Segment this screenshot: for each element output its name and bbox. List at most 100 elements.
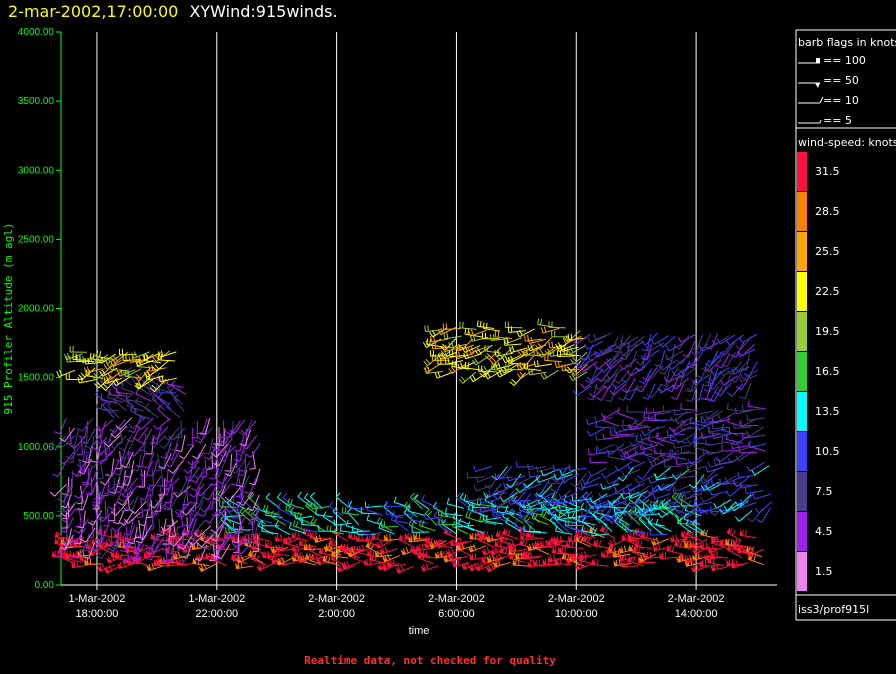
wind-barb: [746, 414, 765, 421]
wind-barb: [169, 433, 180, 451]
y-tick-label-3: 1500.00: [18, 373, 55, 384]
wind-barb: [700, 493, 719, 503]
x-tick-time-4: 10:00:00: [555, 608, 598, 620]
wind-barb: [689, 538, 708, 548]
wind-barb: [669, 410, 688, 422]
x-tick-date-5: 2-Mar-2002: [668, 593, 725, 605]
wind-barb: [558, 491, 578, 501]
wind-barb: [581, 476, 601, 485]
title-date: 2-mar-2002,17:00:00: [8, 2, 179, 21]
wind-barb: [589, 456, 608, 464]
wind-barb: [355, 534, 374, 542]
wind-barb: [653, 458, 672, 466]
wind-barb: [332, 527, 348, 542]
colorbar-label: 4.5: [815, 525, 833, 538]
wind-barb: [650, 537, 669, 546]
wind-barb: [387, 559, 406, 567]
wind-barb: [649, 528, 668, 536]
wind-barb: [475, 474, 494, 483]
wind-barb: [239, 453, 246, 472]
wind-barb: [473, 465, 492, 472]
flag-5-label: == 5: [823, 114, 852, 127]
y-tick-label-6: 3000.00: [18, 165, 55, 176]
y-tick-label-2: 1000.00: [18, 442, 55, 453]
x-tick-time-1: 22:00:00: [195, 608, 238, 620]
wind-barb: [548, 321, 566, 329]
wind-barb: [241, 435, 258, 450]
flag-10-label: == 10: [823, 94, 859, 107]
source-label: iss3/prof915l: [798, 603, 870, 616]
x-tick-time-0: 18:00:00: [76, 608, 119, 620]
wind-barb: [640, 530, 658, 541]
wind-barb: [105, 458, 115, 477]
x-tick-time-5: 14:00:00: [675, 608, 718, 620]
y-tick-label-0: 0.00: [35, 580, 55, 591]
wind-barb: [711, 422, 730, 430]
wind-barb: [613, 335, 624, 353]
wind-barb: [181, 487, 189, 506]
wind-barb: [424, 513, 443, 520]
x-tick-date-4: 2-Mar-2002: [548, 593, 605, 605]
wind-barb: [409, 492, 423, 510]
wind-barb: [507, 354, 527, 364]
wind-barb: [694, 408, 714, 416]
x-tick-date-0: 1-Mar-2002: [69, 593, 126, 605]
colorbar-swatch: [797, 512, 807, 551]
wind-barb: [379, 546, 398, 555]
y-tick-label-5: 2500.00: [18, 234, 55, 245]
y-tick-label-1: 500.00: [23, 511, 54, 522]
wind-barb: [420, 563, 439, 572]
wind-barb: [672, 426, 691, 435]
wind-barb: [596, 443, 615, 452]
wind-barb: [673, 484, 692, 492]
colorbar-swatch: [797, 432, 807, 471]
wind-barb-chart: 0.00 500.00 1000.00 1500.00 2000.00 2500.00 30…: [2, 27, 896, 637]
wind-barb: [310, 516, 326, 532]
wind-barb: [445, 507, 463, 517]
x-tick-time-2: 2:00:00: [318, 608, 355, 620]
wind-barb: [570, 473, 587, 488]
wind-barb: [673, 442, 692, 449]
colorbar-label: 19.5: [815, 325, 840, 338]
wind-barb: [664, 350, 684, 360]
wind-barb: [75, 509, 82, 528]
wind-barb: [234, 434, 245, 452]
wind-barb: [424, 325, 443, 333]
wind-barb: [166, 402, 181, 419]
wind-barb: [584, 340, 603, 350]
y-tick-label-4: 2000.00: [18, 304, 55, 315]
wind-barb: [508, 357, 526, 365]
wind-barb: [84, 558, 102, 565]
wind-barb: [725, 484, 744, 497]
colorbar-swatch: [797, 152, 807, 191]
wind-barb: [619, 358, 637, 370]
wind-barb: [204, 443, 217, 460]
wind-barb: [727, 383, 744, 397]
wind-barb: [256, 562, 275, 572]
wind-barb: [434, 371, 454, 379]
wind-barb: [446, 497, 464, 509]
wind-barb: [717, 411, 737, 421]
wind-barb: [641, 349, 660, 361]
wind-barbs: [49, 318, 773, 574]
wind-barb: [443, 332, 462, 340]
wind-barb: [514, 520, 531, 533]
wind-barb: [80, 467, 93, 485]
wind-barb: [394, 516, 409, 532]
wind-barb: [53, 417, 67, 435]
x-tick-date-3: 2-Mar-2002: [428, 593, 485, 605]
wind-barb: [213, 426, 220, 445]
wind-barb: [524, 334, 543, 342]
colorbar-label: 13.5: [815, 405, 840, 418]
wind-barb: [568, 464, 587, 471]
wind-barb: [701, 357, 717, 372]
wind-barb: [270, 510, 286, 526]
x-tick-time-3: 6:00:00: [438, 608, 475, 620]
wind-barb: [626, 405, 645, 413]
y-tick-label-7: 3500.00: [18, 96, 55, 107]
wind-barb: [738, 333, 758, 343]
y-tick-label-8: 4000.00: [18, 27, 55, 38]
wind-barb: [601, 468, 620, 479]
wind-barb: [110, 363, 128, 372]
wind-barb: [671, 449, 690, 456]
